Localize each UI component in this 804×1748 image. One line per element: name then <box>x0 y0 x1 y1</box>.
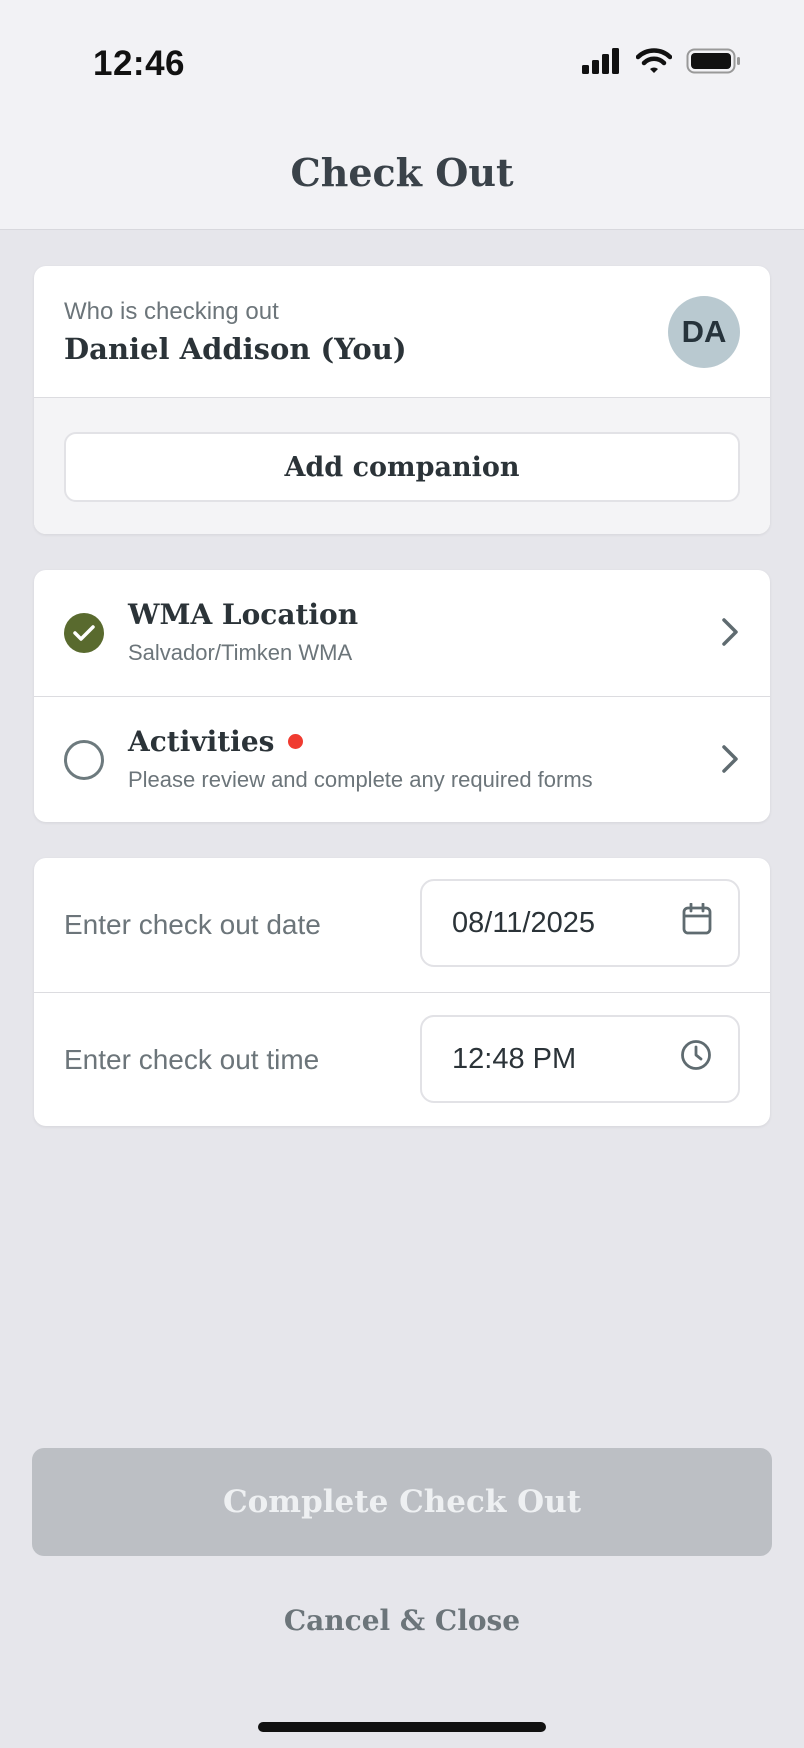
required-dot-icon <box>288 734 304 749</box>
checkout-time-value: 12:48 PM <box>452 1042 577 1075</box>
checkout-time-field[interactable]: 12:48 PM <box>420 1015 740 1103</box>
cancel-close-button[interactable]: Cancel & Close <box>0 1604 804 1637</box>
activities-label: Activities <box>128 725 275 758</box>
wma-location-value: Salvador/Timken WMA <box>128 640 353 665</box>
chevron-right-icon <box>720 616 740 653</box>
avatar: DA <box>668 296 740 368</box>
checkout-date-label: Enter check out date <box>64 909 321 940</box>
home-indicator <box>258 1722 546 1732</box>
checker-label: Who is checking out <box>64 298 279 325</box>
wma-location-title: WMA Location <box>128 598 358 631</box>
status-icons <box>582 48 742 79</box>
checkout-date-row: Enter check out date 08/11/2025 <box>34 858 770 992</box>
activities-subtitle: Please review and complete any required … <box>128 767 593 792</box>
wifi-icon <box>635 48 673 79</box>
checker-name: Daniel Addison (You) <box>64 332 407 366</box>
wma-location-row[interactable]: WMA Location Salvador/Timken WMA <box>34 570 770 696</box>
app-header: 12:46 Check Out <box>0 0 804 230</box>
checkout-time-row: Enter check out time 12:48 PM <box>34 992 770 1126</box>
status-time: 12:46 <box>93 44 186 83</box>
checkout-time-label: Enter check out time <box>64 1043 320 1075</box>
checker-card: Who is checking out Daniel Addison (You)… <box>34 266 770 534</box>
page-title: Check Out <box>290 150 514 195</box>
cellular-signal-icon <box>582 48 622 79</box>
chevron-right-icon <box>720 743 740 780</box>
checkout-date-value: 08/11/2025 <box>452 906 595 939</box>
clock-icon <box>680 1039 712 1079</box>
calendar-icon <box>682 902 712 943</box>
activities-row[interactable]: Activities Please review and complete an… <box>34 696 770 822</box>
activities-title: Activities <box>128 725 304 758</box>
checkout-date-field[interactable]: 08/11/2025 <box>420 879 740 967</box>
datetime-card: Enter check out date 08/11/2025 Enter ch… <box>34 858 770 1126</box>
complete-check-out-button[interactable]: Complete Check Out <box>32 1448 772 1556</box>
checkmark-icon <box>64 613 104 653</box>
add-companion-button[interactable]: Add companion <box>64 432 740 502</box>
incomplete-circle-icon <box>64 740 104 780</box>
checklist-card: WMA Location Salvador/Timken WMA Activit… <box>34 570 770 822</box>
battery-icon <box>686 48 742 79</box>
wma-location-label: WMA Location <box>128 598 359 631</box>
companion-area: Add companion <box>34 398 770 534</box>
checker-row: Who is checking out Daniel Addison (You)… <box>34 266 770 398</box>
